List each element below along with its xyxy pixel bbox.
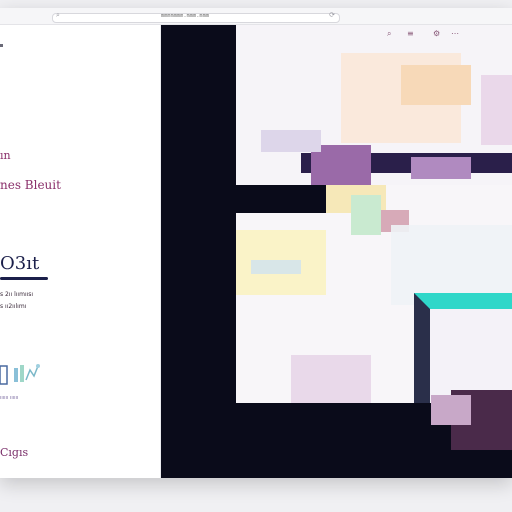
blue-gray-strip	[251, 260, 301, 274]
main-canvas[interactable]: ⌕ ≡ ⚙ ⋯	[161, 25, 512, 478]
mauve-square	[431, 395, 471, 425]
browser-titlebar: ⌕ mmmmmmm.mmm.mmm ⟳	[0, 8, 512, 25]
dots-icon[interactable]: ⋯	[451, 29, 459, 38]
search-icon[interactable]: ⌕	[387, 29, 391, 39]
settings-icon[interactable]: ⚙	[433, 29, 440, 38]
address-bar-text: mmmmmmm.mmm.mmm	[161, 13, 210, 19]
sidebar-desc-1: s 2ıı lıımıısı	[0, 291, 34, 298]
sidebar: ın nes Bleuit O3ıt s 2ıı lıımıısı s ıı2ı…	[0, 25, 161, 478]
sidebar-heading: O3ıt	[0, 253, 40, 274]
sidebar-desc-2: s ıı2ıılımı	[0, 303, 27, 310]
menu-icon[interactable]: ≡	[407, 29, 414, 38]
heading-underline	[0, 277, 48, 280]
sidebar-line-2: nes Bleuit	[0, 178, 61, 192]
lilac-square	[481, 75, 512, 145]
mint-square	[351, 195, 381, 235]
sidebar-marker-icon	[0, 44, 3, 47]
search-icon: ⌕	[56, 11, 60, 19]
dark-column	[161, 25, 236, 478]
rose-square	[291, 355, 371, 403]
sidebar-footer[interactable]: Cıgıs	[0, 446, 28, 459]
lavender-strip	[261, 130, 321, 152]
sidebar-line-1: ın	[0, 149, 11, 162]
purple-square-2	[411, 157, 471, 179]
refresh-icon[interactable]: ⟳	[329, 11, 335, 19]
dark-bar-1	[236, 185, 326, 213]
teal-card[interactable]	[414, 293, 512, 403]
address-bar[interactable]: ⌕ mmmmmmm.mmm.mmm ⟳	[52, 11, 340, 23]
app-window: ⌕ mmmmmmm.mmm.mmm ⟳ ın nes Bleuit O3ıt s…	[0, 8, 512, 478]
device-icon	[0, 364, 40, 385]
apricot-square	[401, 65, 471, 105]
sidebar-caption: ıııııı ıııııı	[0, 395, 19, 401]
